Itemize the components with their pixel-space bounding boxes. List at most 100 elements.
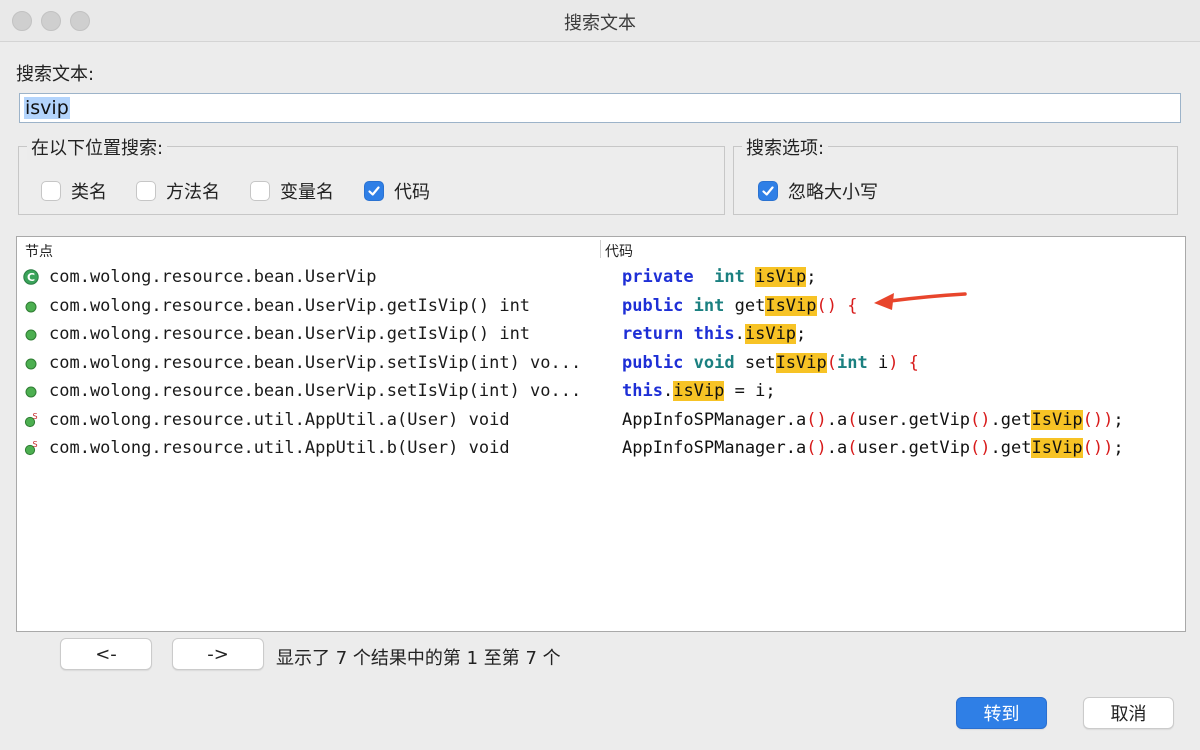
class-name-checkbox[interactable] <box>41 181 61 201</box>
node-cell: com.wolong.resource.util.AppUtil.b(User)… <box>49 438 510 458</box>
annotation-arrow-icon <box>874 292 967 310</box>
node-cell: com.wolong.resource.bean.UserVip <box>49 267 377 287</box>
method-name-checkbox[interactable] <box>136 181 156 201</box>
code-token: ) { <box>888 352 919 373</box>
code-token: AppInfoSPManager.a <box>622 438 807 458</box>
code-token: ; <box>1113 438 1124 458</box>
search-location-group: 在以下位置搜索: 类名 方法名 变量名 代码 <box>18 134 725 215</box>
node-cell: com.wolong.resource.bean.UserVip.setIsVi… <box>49 381 582 401</box>
checkmark-icon <box>762 186 774 196</box>
code-token: ; <box>806 267 817 287</box>
code-token: . <box>734 324 745 344</box>
match-highlight: isVip <box>755 267 807 287</box>
option-method-name[interactable]: 方法名 <box>136 178 220 204</box>
option-code[interactable]: 代码 <box>364 178 430 204</box>
code-token: () { <box>816 295 858 316</box>
code-cell: return this.isVip; <box>622 324 806 344</box>
node-column-header[interactable]: 节点 <box>25 241 53 261</box>
node-cell: com.wolong.resource.bean.UserVip.getIsVi… <box>49 295 531 316</box>
variable-name-label: 变量名 <box>280 182 334 203</box>
code-token: i <box>867 352 889 373</box>
search-input-value: isvip <box>24 97 70 119</box>
node-cell: com.wolong.resource.bean.UserVip.getIsVi… <box>49 324 531 344</box>
code-cell: this.isVip = i; <box>622 381 776 401</box>
code-token: ; <box>796 324 807 344</box>
code-token: .get <box>990 438 1032 458</box>
code-token: int <box>693 295 735 316</box>
code-token: private <box>622 267 694 287</box>
code-token: int <box>837 352 868 373</box>
next-results-button[interactable]: -> <box>172 638 264 670</box>
code-token: set <box>744 352 776 373</box>
code-label: 代码 <box>394 182 430 203</box>
table-row[interactable]: Ccom.wolong.resource.bean.UserVip private… <box>17 263 1185 291</box>
code-token: () <box>970 409 991 430</box>
table-row[interactable]: com.wolong.resource.bean.UserVip.getIsVi… <box>17 292 1185 320</box>
table-row[interactable]: com.wolong.resource.bean.UserVip.getIsVi… <box>17 320 1185 348</box>
table-row[interactable]: Scom.wolong.resource.util.AppUtil.b(User… <box>17 434 1185 462</box>
class-icon: C <box>23 269 39 285</box>
table-row[interactable]: com.wolong.resource.bean.UserVip.setIsVi… <box>17 377 1185 405</box>
table-row[interactable]: com.wolong.resource.bean.UserVip.setIsVi… <box>17 349 1185 377</box>
results-status: 显示了 7 个结果中的第 1 至第 7 个 <box>276 648 561 669</box>
search-input[interactable]: isvip <box>19 93 1181 123</box>
node-cell: com.wolong.resource.bean.UserVip.setIsVi… <box>49 352 582 373</box>
code-token: AppInfoSPManager.a <box>622 409 807 430</box>
code-token: public <box>622 352 694 373</box>
code-token: .get <box>990 409 1032 430</box>
code-token: .a <box>826 409 848 430</box>
option-variable-name[interactable]: 变量名 <box>250 178 334 204</box>
svg-text:S: S <box>32 440 37 449</box>
match-highlight: isVip <box>744 324 797 344</box>
code-token: () <box>806 438 827 458</box>
code-token: () <box>970 438 991 458</box>
method-icon <box>23 355 39 371</box>
code-cell: private int isVip; <box>622 267 817 287</box>
code-token: void <box>693 352 745 373</box>
search-location-legend: 在以下位置搜索: <box>27 134 168 160</box>
variable-name-checkbox[interactable] <box>250 181 270 201</box>
code-token: ( <box>826 352 837 373</box>
code-cell: AppInfoSPManager.a().a(user.getVip().get… <box>622 409 1124 430</box>
code-token: user.getVip <box>857 438 971 458</box>
results-table[interactable]: 节点 代码 Ccom.wolong.resource.bean.UserVip p… <box>16 236 1186 632</box>
code-token: int <box>714 267 756 287</box>
code-column-header[interactable]: 代码 <box>605 241 633 261</box>
code-token: this <box>693 324 735 344</box>
match-highlight: IsVip <box>775 352 827 373</box>
code-token: ; <box>1113 409 1124 430</box>
goto-button[interactable]: 转到 <box>956 697 1047 729</box>
method-name-label: 方法名 <box>166 182 220 203</box>
code-token: . <box>662 381 674 401</box>
search-options-legend: 搜索选项: <box>742 134 829 160</box>
method-icon <box>23 383 39 399</box>
match-highlight: IsVip <box>1031 438 1083 458</box>
code-token: return <box>622 324 694 344</box>
code-token: ()) <box>1082 409 1114 430</box>
previous-results-button[interactable]: <- <box>60 638 152 670</box>
method-icon <box>23 298 39 314</box>
class-name-label: 类名 <box>71 182 107 203</box>
code-token: this <box>622 381 663 401</box>
match-highlight: IsVip <box>1031 409 1083 430</box>
code-token: ( <box>847 409 858 430</box>
code-token: = i; <box>724 381 776 401</box>
code-token: ( <box>847 438 858 458</box>
code-checkbox[interactable] <box>364 181 384 201</box>
node-cell: com.wolong.resource.util.AppUtil.a(User)… <box>49 409 510 430</box>
match-highlight: isVip <box>673 381 725 401</box>
static-method-icon: S <box>23 412 39 428</box>
method-icon <box>23 326 39 342</box>
table-row[interactable]: Scom.wolong.resource.util.AppUtil.a(User… <box>17 406 1185 434</box>
code-cell: public int getIsVip() { <box>622 295 858 316</box>
code-cell: public void setIsVip(int i) { <box>622 352 919 373</box>
option-class-name[interactable]: 类名 <box>41 178 107 204</box>
column-divider[interactable] <box>600 240 601 258</box>
ignore-case-label: 忽略大小写 <box>788 182 878 203</box>
cancel-button[interactable]: 取消 <box>1083 697 1174 729</box>
code-cell: AppInfoSPManager.a().a(user.getVip().get… <box>622 438 1124 458</box>
ignore-case-checkbox[interactable] <box>758 181 778 201</box>
option-ignore-case[interactable]: 忽略大小写 <box>758 178 878 204</box>
search-label: 搜索文本: <box>16 64 95 85</box>
